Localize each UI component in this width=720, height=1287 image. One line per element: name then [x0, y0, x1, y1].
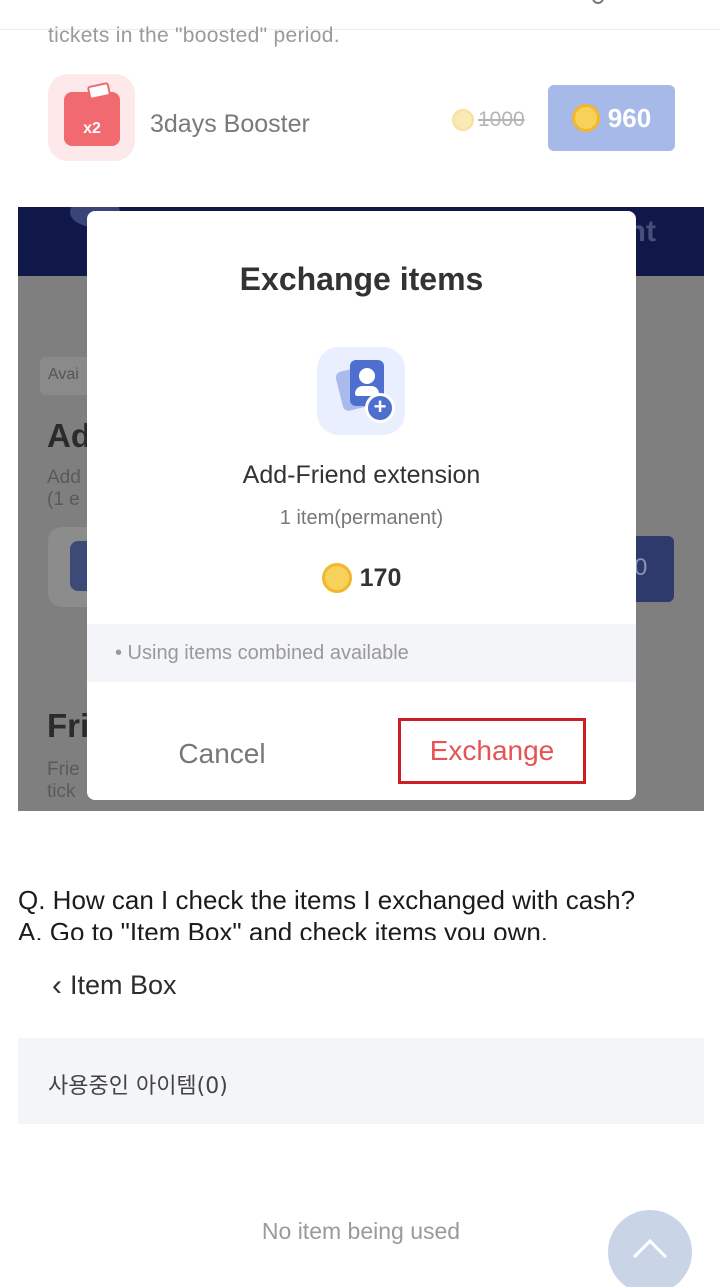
coin-icon [571, 104, 600, 132]
coin-icon [452, 109, 474, 131]
usage-note-text: • Using items combined available [115, 642, 409, 664]
gift-box-icon: x2 [64, 81, 120, 146]
empty-state-text: No item being used [261, 1218, 461, 1244]
item-quantity: 1 item(permanent) [279, 507, 444, 529]
dialog-title: Exchange items [239, 261, 484, 297]
booster-badge: x2 [83, 120, 101, 137]
buy-booster-button[interactable]: 960 [548, 85, 675, 151]
booster-name: 3days Booster [150, 110, 310, 138]
item-box-header: ‹ Item Box [52, 970, 177, 1001]
section-description: Add (1 e [47, 467, 81, 511]
person-head [359, 368, 375, 384]
scroll-to-top-button[interactable] [608, 1210, 692, 1287]
booster-item-row: x2 3days Booster 1000 960 [0, 70, 720, 180]
search-icon[interactable] [592, 0, 604, 4]
faq-question: Q. How can I check the items I exchanged… [18, 885, 636, 915]
section-description: Frie tick [47, 759, 80, 803]
description-line: tick [47, 781, 76, 802]
section-heading: Ad [47, 417, 91, 454]
description-text: tickets in the "boosted" period. [48, 24, 340, 47]
description-line: Add [47, 467, 81, 488]
exchange-dialog: Exchange items + Add-Friend extension 1 … [87, 211, 636, 800]
booster-price: 960 [607, 102, 652, 133]
add-friend-icon: + [317, 347, 405, 435]
chevron-up-icon [633, 1239, 667, 1273]
box-lid [86, 81, 112, 101]
items-in-use-section: 사용중인 아이템(0) [18, 1038, 704, 1124]
original-price: 1000 [452, 107, 525, 133]
cancel-button[interactable]: Cancel [147, 716, 297, 792]
description-line: Frie [47, 759, 80, 780]
chevron-left-icon[interactable]: ‹ [52, 970, 62, 1001]
coin-icon [321, 563, 352, 593]
exchange-button[interactable]: Exchange [398, 718, 586, 784]
section-heading: Fri [47, 707, 90, 744]
items-in-use-label: 사용중인 아이템(0) [48, 1074, 228, 1099]
item-price: 170 [87, 563, 636, 593]
booster-icon: x2 [48, 74, 135, 161]
faq-entry: Q. How can I check the items I exchanged… [18, 884, 635, 948]
usage-note: • Using items combined available [87, 624, 636, 682]
item-box-screenshot: ‹ Item Box 사용중인 아이템(0) No item being use… [18, 940, 704, 1287]
item-name: Add-Friend extension [242, 461, 481, 489]
item-price-value: 170 [359, 563, 402, 592]
plus-icon: + [365, 393, 395, 423]
original-price-value: 1000 [478, 108, 525, 131]
item-box-title: Item Box [70, 970, 177, 1000]
description-line: (1 e [47, 489, 80, 510]
